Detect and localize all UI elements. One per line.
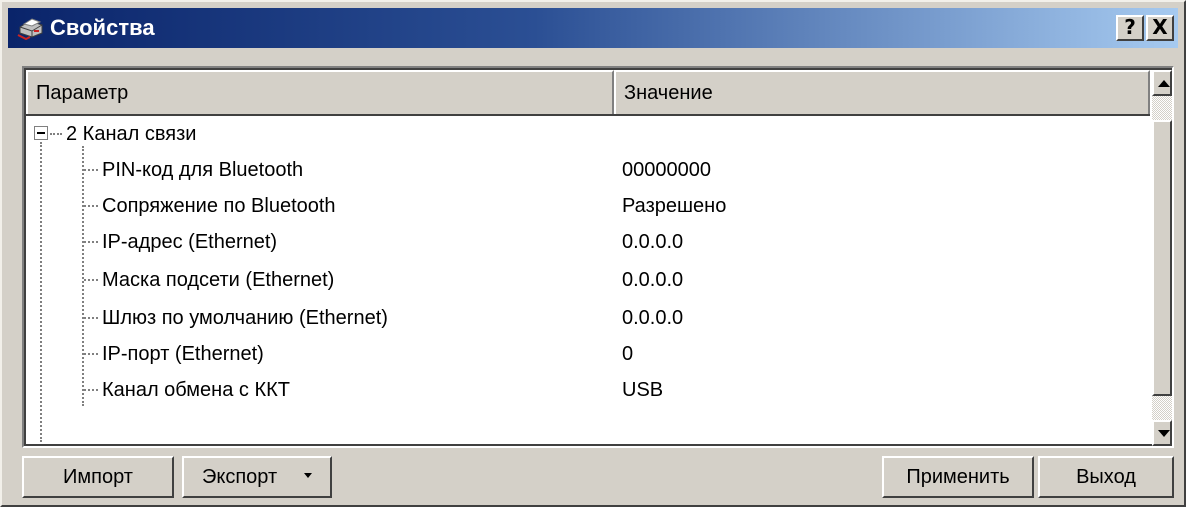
vertical-scrollbar[interactable] bbox=[1152, 70, 1172, 446]
param-value: 0.0.0.0 bbox=[622, 231, 684, 253]
tree-group-row[interactable]: 2 Канал связи bbox=[26, 116, 1150, 152]
table-row[interactable]: IP-порт (Ethernet) 0 bbox=[26, 336, 1150, 372]
table-row[interactable]: IP-адрес (Ethernet) 0.0.0.0 bbox=[26, 224, 1150, 260]
param-value: 0.0.0.0 bbox=[622, 307, 684, 329]
apply-button[interactable]: Применить bbox=[882, 456, 1034, 498]
tree-connector bbox=[84, 205, 98, 207]
param-name: Сопряжение по Bluetooth bbox=[102, 195, 336, 217]
table-row[interactable]: PIN-код для Bluetooth 00000000 bbox=[26, 152, 1150, 188]
tree-group-label: 2 Канал связи bbox=[66, 123, 197, 145]
exit-button[interactable]: Выход bbox=[1038, 456, 1174, 498]
export-label: Экспорт bbox=[202, 466, 278, 488]
table-row[interactable]: Канал обмена с ККТ USB bbox=[26, 372, 1150, 408]
title-bar[interactable]: Свойства ? X bbox=[8, 8, 1178, 48]
properties-panel: Параметр Значение 2 Канал связи PIN-код … bbox=[22, 66, 1174, 448]
param-name: PIN-код для Bluetooth bbox=[102, 159, 304, 181]
param-value: Разрешено bbox=[622, 195, 727, 217]
printer-icon bbox=[17, 18, 43, 41]
help-button[interactable]: ? bbox=[1116, 15, 1144, 41]
export-button[interactable]: Экспорт bbox=[182, 456, 332, 498]
param-value: USB bbox=[622, 379, 664, 401]
column-header-param[interactable]: Параметр bbox=[26, 70, 614, 114]
arrow-up-icon bbox=[1158, 80, 1170, 87]
param-name: Шлюз по умолчанию (Ethernet) bbox=[102, 307, 388, 329]
scroll-thumb[interactable] bbox=[1152, 120, 1172, 396]
scroll-up-button[interactable] bbox=[1152, 70, 1172, 96]
close-button[interactable]: X bbox=[1146, 15, 1174, 41]
param-name: Канал обмена с ККТ bbox=[102, 379, 290, 401]
tree-connector bbox=[50, 133, 62, 135]
param-name: Маска подсети (Ethernet) bbox=[102, 269, 335, 291]
arrow-down-icon bbox=[1158, 430, 1170, 437]
scroll-down-button[interactable] bbox=[1152, 420, 1172, 446]
properties-window: Свойства ? X Параметр Значение 2 Канал с… bbox=[0, 0, 1186, 507]
tree-connector bbox=[84, 353, 98, 355]
param-value: 0 bbox=[622, 343, 634, 365]
tree-connector bbox=[84, 279, 98, 281]
properties-tree: 2 Канал связи PIN-код для Bluetooth 0000… bbox=[26, 116, 1150, 446]
tree-connector bbox=[84, 241, 98, 243]
param-name: IP-адрес (Ethernet) bbox=[102, 231, 278, 253]
scroll-track[interactable] bbox=[1152, 96, 1172, 120]
tree-connector bbox=[84, 317, 98, 319]
import-button[interactable]: Импорт bbox=[22, 456, 174, 498]
tree-connector bbox=[84, 169, 98, 171]
scroll-track[interactable] bbox=[1152, 396, 1172, 420]
param-value: 0.0.0.0 bbox=[622, 269, 684, 291]
tree-connector bbox=[84, 389, 98, 391]
window-title: Свойства bbox=[50, 15, 155, 40]
table-row[interactable]: Шлюз по умолчанию (Ethernet) 0.0.0.0 bbox=[26, 300, 1150, 336]
column-header: Параметр Значение bbox=[26, 70, 1150, 116]
table-row[interactable]: Маска подсети (Ethernet) 0.0.0.0 bbox=[26, 262, 1150, 298]
dropdown-arrow-icon bbox=[304, 473, 312, 478]
column-header-value[interactable]: Значение bbox=[614, 70, 1150, 114]
param-value: 00000000 bbox=[622, 159, 711, 181]
param-name: IP-порт (Ethernet) bbox=[102, 343, 264, 365]
table-row[interactable]: Сопряжение по Bluetooth Разрешено bbox=[26, 188, 1150, 224]
collapse-toggle[interactable] bbox=[34, 126, 48, 140]
